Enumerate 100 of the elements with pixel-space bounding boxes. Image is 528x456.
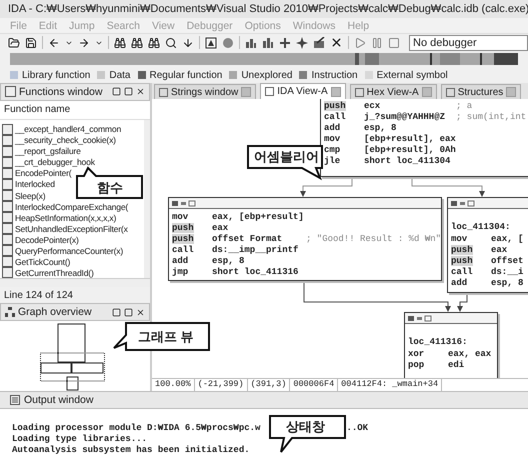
operand: [ebp+result], eax [364,134,456,144]
debugger-select[interactable]: No debugger [409,34,528,50]
dock-icon[interactable] [112,87,121,96]
operand: eax [212,222,230,232]
mnemonic: pop [408,360,424,370]
binoculars-icon[interactable] [148,36,160,48]
pause-icon[interactable] [371,36,383,48]
code-label: loc_411316: [408,337,468,348]
legend-label: Regular function [150,70,222,80]
mnemonic: mov [451,234,468,244]
mnemonic: push [451,256,473,266]
panel-title: Graph overview [18,306,93,318]
tab[interactable]: Structures [440,84,522,99]
operand: short loc_411316 [212,266,300,276]
search-icon[interactable] [165,36,177,48]
operand: esp, 8 [491,278,524,288]
restore-icon[interactable] [124,308,133,317]
function-item[interactable]: GetCurrentThreadId() [15,268,94,278]
operand: short loc_411304 [364,156,452,166]
function-item[interactable]: HeapSetInformation(x,x,x,x) [15,212,116,223]
stop-icon[interactable] [388,36,400,48]
line-status: Line 124 of 124 [3,288,74,303]
function-icon [5,86,16,98]
dock-icon[interactable] [112,308,121,317]
down-arrow-icon[interactable] [182,36,194,48]
operand: offset [491,256,524,266]
mnemonic: mov [324,134,340,144]
callout-text: 그래프 뷰 [138,328,194,346]
block-toolbar-icon[interactable] [172,200,196,206]
function-item[interactable]: __crt_debugger_hook [15,157,95,168]
function-item[interactable]: __except_handler4_common [15,124,122,134]
forward-icon[interactable] [78,36,90,48]
function-item[interactable]: GetTickCount() [15,256,70,267]
graph-icon[interactable] [205,36,217,48]
tree-icon [5,307,15,318]
legend-label: Instruction [311,70,358,80]
binoculars-icon[interactable] [114,36,126,48]
mnemonic: add [324,122,340,132]
restore-icon[interactable] [124,87,133,96]
plus-icon[interactable] [279,36,291,48]
function-item[interactable]: EncodePointer( [15,168,72,178]
navigation-band[interactable] [10,53,518,65]
tab[interactable]: Strings window [154,84,256,99]
open-icon[interactable] [8,36,20,48]
function-item[interactable]: InterlockedCompareExchange( [15,202,128,212]
operand: [ebp+result], 0Ah [364,144,456,154]
mnemonic: call [172,244,194,254]
window-icon [10,395,20,405]
callout-bubble [74,166,146,200]
edit-icon[interactable] [313,36,325,48]
function-item[interactable]: QueryPerformanceCounter(x) [15,246,123,256]
code-block[interactable]: loc_411304: mov eax, [ push eax push offset call ds:__i add esp, 8 [447,197,528,293]
legend-label: Data [109,70,130,80]
back-icon[interactable] [48,36,60,48]
mnemonic: push [451,244,473,254]
operand: offset Format [212,234,284,244]
tab-icon [354,88,364,96]
function-item[interactable]: SetUnhandledExceptionFilter(x [15,224,128,234]
tab-icon [446,88,455,96]
mnemonic: call [324,112,346,122]
binoculars-icon[interactable] [131,36,143,48]
mnemonic: push [324,100,346,110]
code-block[interactable]: loc_411316: xor eax, eax pop edi [404,312,498,378]
operand: ds:__imp__printf [212,244,300,254]
mnemonic: jmp [172,266,188,276]
function-item[interactable]: Sleep(x) [15,190,46,200]
play-icon[interactable] [354,36,366,48]
mnemonic: jle [324,156,340,166]
code-comment: ; sum(int,int [456,112,528,122]
operand: esp, 8 [212,256,246,266]
block-toolbar-icon[interactable] [408,314,432,322]
chart-icon[interactable] [262,36,274,48]
function-item[interactable]: __security_check_cookie(x) [15,135,116,146]
block-toolbar-icon[interactable] [451,200,475,206]
output-line: Loading processor module D:₩IDA 6.5₩procs₩pc.w [12,423,260,434]
column-header[interactable]: Function name [0,100,150,120]
callout-text: 어셈블리어 [254,148,319,166]
operand: eax [491,244,508,254]
code-comment: ; a [456,100,474,110]
operand: ds:__i [491,266,524,276]
tab[interactable]: IDA View-A [260,83,346,99]
chart-icon[interactable] [245,36,257,48]
mnemonic: call [451,266,473,276]
tab-icon [159,88,168,96]
output-line: ..OK [346,423,368,434]
operand: eax, [ebp+result] [212,212,305,222]
code-block[interactable]: push ecx ; a call j_?sum@@YAHHH@Z ; sum(int,int add esp, 8 mov [ebp+result], eax cmp [ebp+result], 0Ah jle short loc_411304 [320,99,528,177]
output-line: Loading type libraries... [12,434,148,445]
save-icon[interactable] [25,36,37,48]
star-icon[interactable] [296,36,308,48]
function-item[interactable]: Interlocked [15,179,55,190]
function-item[interactable]: DecodePointer(x) [15,234,79,245]
operand: esp, 8 [364,122,398,132]
code-block[interactable]: mov eax, [ebp+result] push eax push offset Format ; "Good!! Result : %d ₩n" call ds:__imp__printf add esp, 8 jmp short loc_411316 [168,197,442,281]
function-item[interactable]: __report_gsfailure [15,146,81,156]
tab[interactable]: Hex View-A [350,84,437,99]
mnemonic: add [451,278,468,288]
operand: j_?sum@@YAHHH@Z [364,112,446,122]
callout-text: 상태창 [286,418,325,436]
sphere-icon[interactable] [222,36,234,48]
